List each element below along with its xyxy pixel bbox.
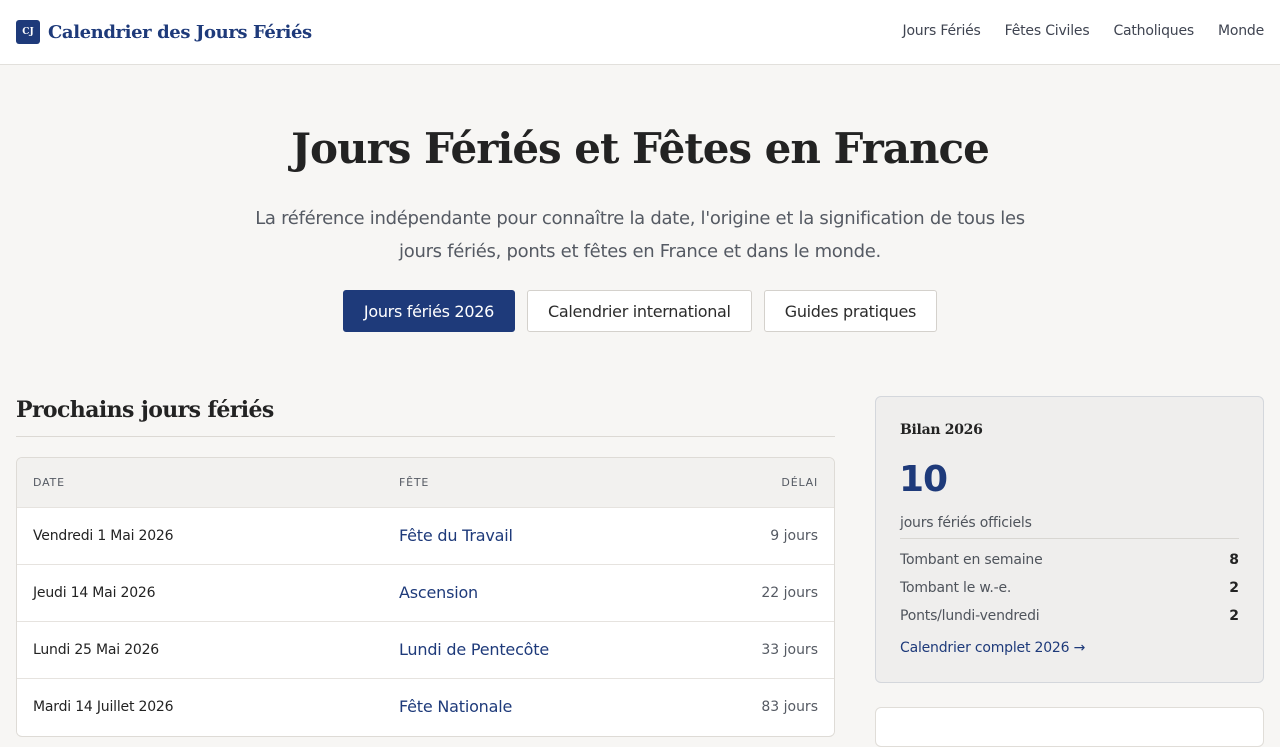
stat-label: Ponts/lundi-vendredi xyxy=(900,608,1040,624)
nav-link-jours-feries[interactable]: Jours Fériés xyxy=(903,23,981,39)
row-fete-link[interactable]: Lundi de Pentecôte xyxy=(399,640,549,659)
secondary-card xyxy=(875,707,1264,747)
stat-value: 2 xyxy=(1229,580,1239,596)
row-date: Jeudi 14 Mai 2026 xyxy=(33,585,156,601)
stat-value: 8 xyxy=(1229,552,1239,568)
top-navbar: CJ Calendrier des Jours Fériés Jours Fér… xyxy=(0,0,1280,65)
holiday-count: 10 xyxy=(899,459,948,500)
summary-title: Bilan 2026 xyxy=(900,422,983,438)
row-fete-link[interactable]: Ascension xyxy=(399,583,478,602)
site-title[interactable]: Calendrier des Jours Fériés xyxy=(48,22,312,43)
stat-row: Tombant en semaine 8 xyxy=(900,552,1239,572)
site-brand[interactable]: CJ Calendrier des Jours Fériés xyxy=(16,20,312,44)
hero-subtitle: La référence indépendante pour connaître… xyxy=(255,208,1025,262)
row-date: Lundi 25 Mai 2026 xyxy=(33,642,160,658)
stat-label: Tombant en semaine xyxy=(900,552,1043,568)
site-logo-icon: CJ xyxy=(16,20,40,44)
nav-link-monde[interactable]: Monde xyxy=(1218,23,1264,39)
calendrier-international-button[interactable]: Calendrier international xyxy=(526,290,752,332)
stat-label: Tombant le w.-e. xyxy=(900,580,1012,596)
table-header: DATE FÊTE DÉLAI xyxy=(17,458,834,507)
table-row: Mardi 14 Juillet 2026 Fête Nationale 83 … xyxy=(17,678,834,735)
row-fete-link[interactable]: Fête du Travail xyxy=(399,526,513,545)
row-delai: 9 jours xyxy=(770,528,818,544)
row-delai: 83 jours xyxy=(761,699,818,715)
row-delai: 33 jours xyxy=(761,642,818,658)
upcoming-section-title: Prochains jours fériés xyxy=(16,397,274,423)
table-row: Lundi 25 Mai 2026 Lundi de Pentecôte 33 … xyxy=(17,621,834,678)
stat-row: Ponts/lundi-vendredi 2 xyxy=(900,608,1239,628)
nav-link-catholiques[interactable]: Catholiques xyxy=(1113,23,1194,39)
jours-feries-2026-button[interactable]: Jours fériés 2026 xyxy=(342,290,515,332)
row-date: Mardi 14 Juillet 2026 xyxy=(33,699,174,715)
hero-actions: Jours fériés 2026 Calendrier internation… xyxy=(0,290,1280,332)
section-divider xyxy=(16,436,835,437)
column-header-fete: FÊTE xyxy=(399,476,430,489)
row-fete-link[interactable]: Fête Nationale xyxy=(399,697,512,716)
hero-title: Jours Fériés et Fêtes en France xyxy=(291,124,990,173)
summary-divider xyxy=(900,538,1239,539)
stat-row: Tombant le w.-e. 2 xyxy=(900,580,1239,600)
table-row: Vendredi 1 Mai 2026 Fête du Travail 9 jo… xyxy=(17,507,834,564)
guides-pratiques-button[interactable]: Guides pratiques xyxy=(763,290,938,332)
column-header-date: DATE xyxy=(33,476,65,489)
full-calendar-link[interactable]: Calendrier complet 2026 → xyxy=(900,640,1085,656)
table-row: Jeudi 14 Mai 2026 Ascension 22 jours xyxy=(17,564,834,621)
nav-link-fetes-civiles[interactable]: Fêtes Civiles xyxy=(1005,23,1090,39)
row-date: Vendredi 1 Mai 2026 xyxy=(33,528,174,544)
main-nav: Jours Fériés Fêtes Civiles Catholiques M… xyxy=(903,23,1265,39)
holiday-count-caption: jours fériés officiels xyxy=(900,515,1032,531)
summary-card: Bilan 2026 10 jours fériés officiels Tom… xyxy=(875,396,1264,683)
stat-value: 2 xyxy=(1229,608,1239,624)
row-delai: 22 jours xyxy=(761,585,818,601)
column-header-delai: DÉLAI xyxy=(781,476,818,489)
upcoming-holidays-table: DATE FÊTE DÉLAI Vendredi 1 Mai 2026 Fête… xyxy=(16,457,835,737)
